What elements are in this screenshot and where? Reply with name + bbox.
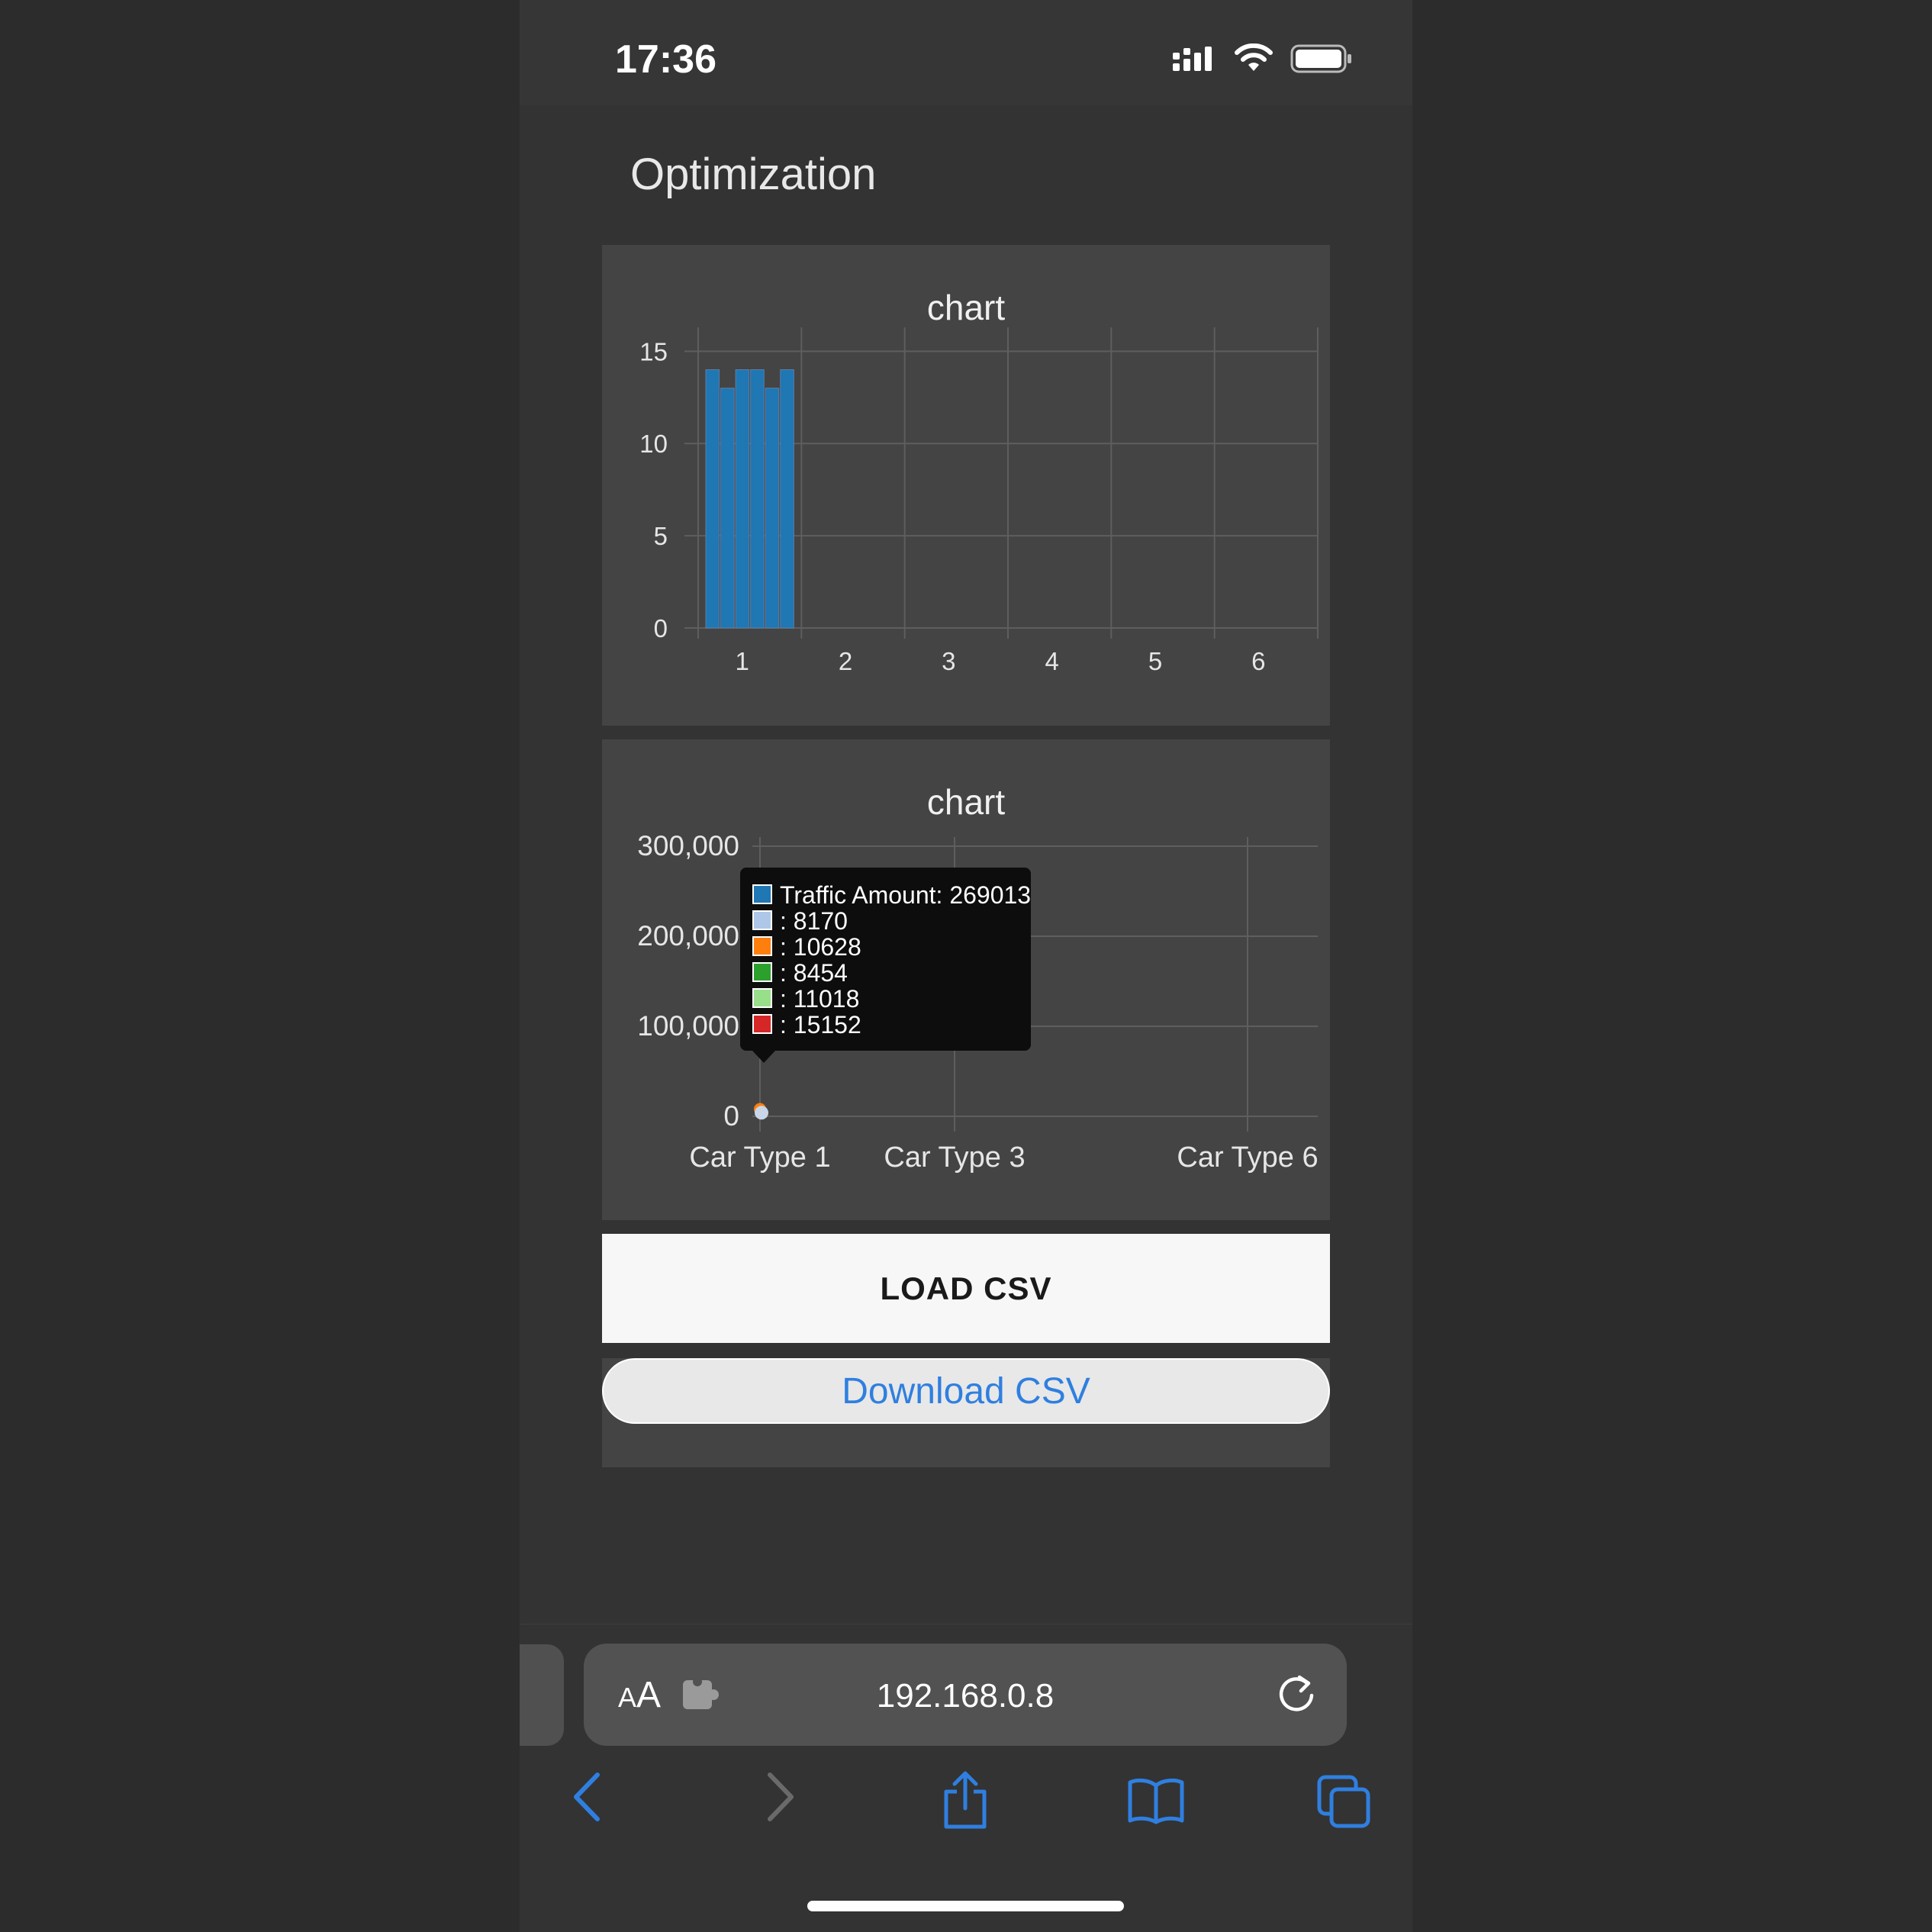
- bar: [765, 388, 780, 629]
- x-tick-label: 6: [1251, 647, 1265, 675]
- bookmarks-icon[interactable]: [1127, 1778, 1185, 1825]
- x-tick-label: 3: [942, 647, 955, 675]
- y-tick-label: 200,000: [637, 920, 739, 952]
- load-csv-button[interactable]: LOAD CSV: [602, 1234, 1330, 1343]
- wifi-icon: [1235, 43, 1273, 71]
- bar: [720, 388, 735, 629]
- tooltip-row: : 10628: [740, 934, 1031, 960]
- x-tick-label: Car Type 6: [1177, 1141, 1318, 1174]
- y-tick-label: 5: [654, 522, 668, 550]
- x-tick-label: 5: [1148, 647, 1162, 675]
- forward-icon[interactable]: [761, 1770, 799, 1824]
- y-tick-label: 0: [723, 1100, 739, 1132]
- previous-tab-preview[interactable]: [520, 1644, 564, 1746]
- bar: [780, 369, 794, 629]
- status-time: 17:36: [615, 37, 716, 82]
- legend-swatch: [752, 936, 772, 956]
- tooltip-row: : 15152: [740, 1012, 1031, 1038]
- tooltip-row: : 8454: [740, 960, 1031, 986]
- bar-chart-1: 0 5 10 15 1 2 3 4 5 6: [639, 327, 1319, 675]
- status-bar: 17:36: [520, 0, 1412, 105]
- bar: [735, 369, 750, 629]
- bar: [750, 369, 765, 629]
- x-tick-label: Car Type 3: [884, 1141, 1025, 1174]
- phone-screen: 17:36 Optimization chart 0 5 10 15 1 2 3…: [520, 0, 1412, 1932]
- y-tick-label: 300,000: [637, 830, 739, 861]
- page-title: Optimization: [630, 150, 877, 199]
- tooltip-label: : 11018: [780, 985, 860, 1013]
- tabs-icon[interactable]: [1316, 1774, 1371, 1829]
- reload-icon[interactable]: [1277, 1673, 1319, 1718]
- legend-swatch: [752, 910, 772, 930]
- tooltip-label: : 8454: [780, 959, 848, 987]
- url-text[interactable]: 192.168.0.8: [584, 1677, 1347, 1715]
- bar: [705, 369, 720, 629]
- share-icon[interactable]: [940, 1770, 990, 1830]
- tooltip-label: : 10628: [780, 933, 861, 961]
- x-tick-label: 1: [735, 647, 749, 675]
- x-tick-label: Car Type 1: [689, 1141, 830, 1174]
- address-bar[interactable]: AA 192.168.0.8: [584, 1644, 1347, 1746]
- cellular-signal-icon: [1173, 47, 1212, 71]
- legend-swatch: [752, 962, 772, 982]
- data-point-marker: [755, 1106, 768, 1120]
- tooltip-pointer: [752, 1051, 775, 1063]
- chart-panel-1: chart 0 5 10 15 1 2 3 4 5 6: [602, 245, 1330, 726]
- home-indicator: [807, 1901, 1124, 1911]
- tooltip-label: : 15152: [780, 1011, 861, 1038]
- download-csv-container: Download CSV: [602, 1358, 1330, 1467]
- legend-swatch: [752, 988, 772, 1008]
- back-icon[interactable]: [568, 1770, 607, 1824]
- y-tick-label: 0: [654, 614, 668, 642]
- legend-swatch: [752, 884, 772, 904]
- chart-tooltip: Traffic Amount: 269013: 8170: 10628: 845…: [740, 868, 1031, 1063]
- x-tick-label: 4: [1045, 647, 1058, 675]
- tooltip-row: : 11018: [740, 986, 1031, 1012]
- x-tick-label: 2: [839, 647, 852, 675]
- y-tick-label: 15: [639, 337, 668, 365]
- tooltip-row: Traffic Amount: 269013: [740, 882, 1031, 908]
- y-tick-label: 100,000: [637, 1010, 739, 1042]
- tooltip-label: : 8170: [780, 907, 848, 935]
- tooltip-row: : 8170: [740, 908, 1031, 934]
- status-icons: [1171, 40, 1353, 78]
- download-csv-button[interactable]: Download CSV: [602, 1358, 1330, 1424]
- y-tick-label: 10: [639, 430, 668, 458]
- battery-icon: [1290, 44, 1351, 73]
- legend-swatch: [752, 1014, 772, 1034]
- tooltip-label: Traffic Amount: 269013: [780, 881, 1032, 909]
